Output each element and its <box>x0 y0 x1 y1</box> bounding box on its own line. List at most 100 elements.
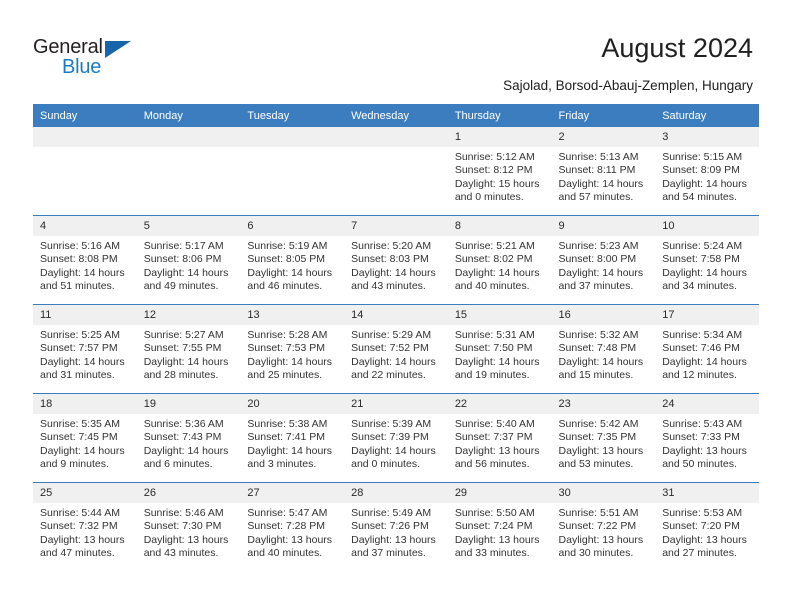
general-blue-logo[interactable]: General Blue <box>33 36 153 82</box>
daylight-text-line2: and 34 minutes. <box>662 280 737 293</box>
calendar-day-cell[interactable]: 27 Sunrise: 5:47 AM Sunset: 7:28 PM Dayligh… <box>240 482 345 571</box>
daylight-text-line1: Daylight: 14 hours <box>143 266 229 279</box>
calendar-day-cell[interactable]: 25 Sunrise: 5:44 AM Sunset: 7:32 PM Dayligh… <box>33 482 137 571</box>
sunrise-text: Sunrise: 5:28 AM <box>247 329 328 341</box>
calendar-day-cell[interactable]: 29 Sunrise: 5:50 AM Sunset: 7:24 PM Dayligh… <box>447 482 552 571</box>
day-sun-info: Sunrise: 5:25 AM Sunset: 7:57 PM Daylight:… <box>33 325 137 383</box>
calendar-page: General Blue August 2024 Sajolad, Borsod… <box>0 0 792 612</box>
day-sun-info: Sunrise: 5:17 AM Sunset: 8:06 PM Daylight:… <box>137 236 241 294</box>
sunset-text: Sunset: 8:00 PM <box>558 253 637 266</box>
day-number: 8 <box>447 216 552 236</box>
sunrise-text: Sunrise: 5:42 AM <box>558 418 639 430</box>
sunrise-text: Sunrise: 5:15 AM <box>662 151 743 163</box>
daylight-text-line2: and 57 minutes. <box>558 191 634 204</box>
calendar-day-cell[interactable]: 19 Sunrise: 5:36 AM Sunset: 7:43 PM Dayligh… <box>136 393 241 483</box>
daylight-text-line1: Daylight: 14 hours <box>247 266 333 279</box>
day-number: 1 <box>447 127 552 147</box>
daylight-text-line1: Daylight: 14 hours <box>40 444 125 457</box>
daylight-text-line2: and 25 minutes. <box>247 369 323 382</box>
calendar-day-cell[interactable]: 23 Sunrise: 5:42 AM Sunset: 7:35 PM Dayligh… <box>551 393 656 483</box>
calendar-day-cell[interactable] <box>136 127 241 216</box>
sunset-text: Sunset: 7:57 PM <box>40 342 118 355</box>
calendar-day-cell[interactable]: 8 Sunrise: 5:21 AM Sunset: 8:02 PM Daylight… <box>447 215 552 305</box>
day-sun-info: Sunrise: 5:35 AM Sunset: 7:45 PM Daylight:… <box>33 414 137 472</box>
sunset-text: Sunset: 8:12 PM <box>454 164 533 177</box>
day-sun-info: Sunrise: 5:36 AM Sunset: 7:43 PM Daylight:… <box>137 414 241 472</box>
sunset-text: Sunset: 7:41 PM <box>247 431 326 444</box>
calendar-day-cell[interactable] <box>344 127 448 216</box>
day-number: 18 <box>33 394 137 414</box>
sunset-text: Sunset: 7:30 PM <box>143 520 222 533</box>
calendar-day-cell[interactable]: 9 Sunrise: 5:23 AM Sunset: 8:00 PM Daylight… <box>551 215 656 305</box>
calendar-day-cell[interactable] <box>33 127 137 216</box>
sunrise-text: Sunrise: 5:34 AM <box>662 329 743 341</box>
day-sun-info: Sunrise: 5:51 AM Sunset: 7:22 PM Daylight:… <box>552 503 656 561</box>
calendar-day-cell[interactable]: 11 Sunrise: 5:25 AM Sunset: 7:57 PM Dayligh… <box>33 304 137 394</box>
daylight-text-line1: Daylight: 14 hours <box>558 177 644 190</box>
sunset-text: Sunset: 7:32 PM <box>40 520 118 533</box>
daylight-text-line1: Daylight: 14 hours <box>351 355 436 368</box>
day-sun-info: Sunrise: 5:24 AM Sunset: 7:58 PM Daylight:… <box>655 236 759 294</box>
calendar-day-cell[interactable]: 30 Sunrise: 5:51 AM Sunset: 7:22 PM Dayligh… <box>551 482 656 571</box>
calendar-day-cell[interactable]: 15 Sunrise: 5:31 AM Sunset: 7:50 PM Dayligh… <box>447 304 552 394</box>
sunrise-text: Sunrise: 5:51 AM <box>558 507 639 519</box>
day-number: 29 <box>447 483 552 503</box>
day-number: 5 <box>136 216 241 236</box>
calendar-day-cell[interactable]: 28 Sunrise: 5:49 AM Sunset: 7:26 PM Dayligh… <box>344 482 448 571</box>
daylight-text-line1: Daylight: 14 hours <box>247 444 333 457</box>
calendar-day-cell[interactable] <box>240 127 345 216</box>
calendar-day-cell[interactable]: 2 Sunrise: 5:13 AM Sunset: 8:11 PM Daylight… <box>551 127 656 216</box>
sunset-text: Sunset: 7:48 PM <box>558 342 637 355</box>
day-number: 26 <box>136 483 241 503</box>
daylight-text-line1: Daylight: 14 hours <box>143 355 229 368</box>
sunrise-text: Sunrise: 5:23 AM <box>558 240 639 252</box>
calendar-day-cell[interactable]: 7 Sunrise: 5:20 AM Sunset: 8:03 PM Daylight… <box>344 215 448 305</box>
calendar-day-cell[interactable]: 5 Sunrise: 5:17 AM Sunset: 8:06 PM Daylight… <box>136 215 241 305</box>
calendar-day-cell[interactable]: 24 Sunrise: 5:43 AM Sunset: 7:33 PM Dayligh… <box>655 393 759 483</box>
calendar-day-cell[interactable]: 14 Sunrise: 5:29 AM Sunset: 7:52 PM Dayligh… <box>344 304 448 394</box>
logo-text-blue: Blue <box>62 56 102 78</box>
calendar-day-cell[interactable]: 13 Sunrise: 5:28 AM Sunset: 7:53 PM Dayligh… <box>240 304 345 394</box>
calendar-day-cell[interactable]: 4 Sunrise: 5:16 AM Sunset: 8:08 PM Daylight… <box>33 215 137 305</box>
calendar-day-cell[interactable]: 22 Sunrise: 5:40 AM Sunset: 7:37 PM Dayligh… <box>447 393 552 483</box>
calendar-week-row: 25 Sunrise: 5:44 AM Sunset: 7:32 PM Dayligh… <box>33 482 759 571</box>
weekday-header-thursday: Thursday <box>447 104 552 127</box>
daylight-text-line2: and 53 minutes. <box>558 458 634 471</box>
calendar-day-cell[interactable]: 21 Sunrise: 5:39 AM Sunset: 7:39 PM Dayligh… <box>344 393 448 483</box>
daylight-text-line2: and 3 minutes. <box>247 458 317 471</box>
day-sun-info: Sunrise: 5:15 AM Sunset: 8:09 PM Daylight:… <box>655 147 759 205</box>
sunset-text: Sunset: 8:08 PM <box>40 253 118 266</box>
sunset-text: Sunset: 7:52 PM <box>351 342 429 355</box>
day-sun-info: Sunrise: 5:40 AM Sunset: 7:37 PM Daylight:… <box>448 414 552 472</box>
daylight-text-line1: Daylight: 14 hours <box>558 266 644 279</box>
calendar-day-cell[interactable]: 17 Sunrise: 5:34 AM Sunset: 7:46 PM Dayligh… <box>655 304 759 394</box>
daylight-text-line2: and 33 minutes. <box>454 547 530 560</box>
daylight-text-line1: Daylight: 14 hours <box>143 444 229 457</box>
calendar-day-cell[interactable]: 20 Sunrise: 5:38 AM Sunset: 7:41 PM Dayligh… <box>240 393 345 483</box>
weekday-header-sunday: Sunday <box>33 104 137 127</box>
daylight-text-line2: and 6 minutes. <box>143 458 213 471</box>
daylight-text-line2: and 50 minutes. <box>662 458 737 471</box>
day-number: 19 <box>136 394 241 414</box>
calendar-week-row: 4 Sunrise: 5:16 AM Sunset: 8:08 PM Daylight… <box>33 215 759 305</box>
day-number <box>33 127 137 147</box>
calendar-day-cell[interactable]: 3 Sunrise: 5:15 AM Sunset: 8:09 PM Daylight… <box>655 127 759 216</box>
calendar-day-cell[interactable]: 12 Sunrise: 5:27 AM Sunset: 7:55 PM Dayligh… <box>136 304 241 394</box>
day-sun-info: Sunrise: 5:20 AM Sunset: 8:03 PM Daylight:… <box>344 236 448 294</box>
daylight-text-line1: Daylight: 13 hours <box>247 533 333 546</box>
day-number: 2 <box>551 127 656 147</box>
calendar-day-cell[interactable]: 1 Sunrise: 5:12 AM Sunset: 8:12 PM Daylight… <box>447 127 552 216</box>
day-number: 27 <box>240 483 345 503</box>
calendar-day-cell[interactable]: 31 Sunrise: 5:53 AM Sunset: 7:20 PM Dayligh… <box>655 482 759 571</box>
day-number: 24 <box>655 394 759 414</box>
calendar-day-cell[interactable]: 18 Sunrise: 5:35 AM Sunset: 7:45 PM Dayligh… <box>33 393 137 483</box>
daylight-text-line1: Daylight: 13 hours <box>662 533 747 546</box>
day-number: 30 <box>551 483 656 503</box>
calendar-day-cell[interactable]: 10 Sunrise: 5:24 AM Sunset: 7:58 PM Dayligh… <box>655 215 759 305</box>
daylight-text-line1: Daylight: 14 hours <box>247 355 333 368</box>
page-title: August 2024 <box>601 33 753 63</box>
calendar-day-cell[interactable]: 26 Sunrise: 5:46 AM Sunset: 7:30 PM Dayligh… <box>136 482 241 571</box>
day-number: 14 <box>344 305 448 325</box>
calendar-day-cell[interactable]: 6 Sunrise: 5:19 AM Sunset: 8:05 PM Daylight… <box>240 215 345 305</box>
calendar-day-cell[interactable]: 16 Sunrise: 5:32 AM Sunset: 7:48 PM Dayligh… <box>551 304 656 394</box>
